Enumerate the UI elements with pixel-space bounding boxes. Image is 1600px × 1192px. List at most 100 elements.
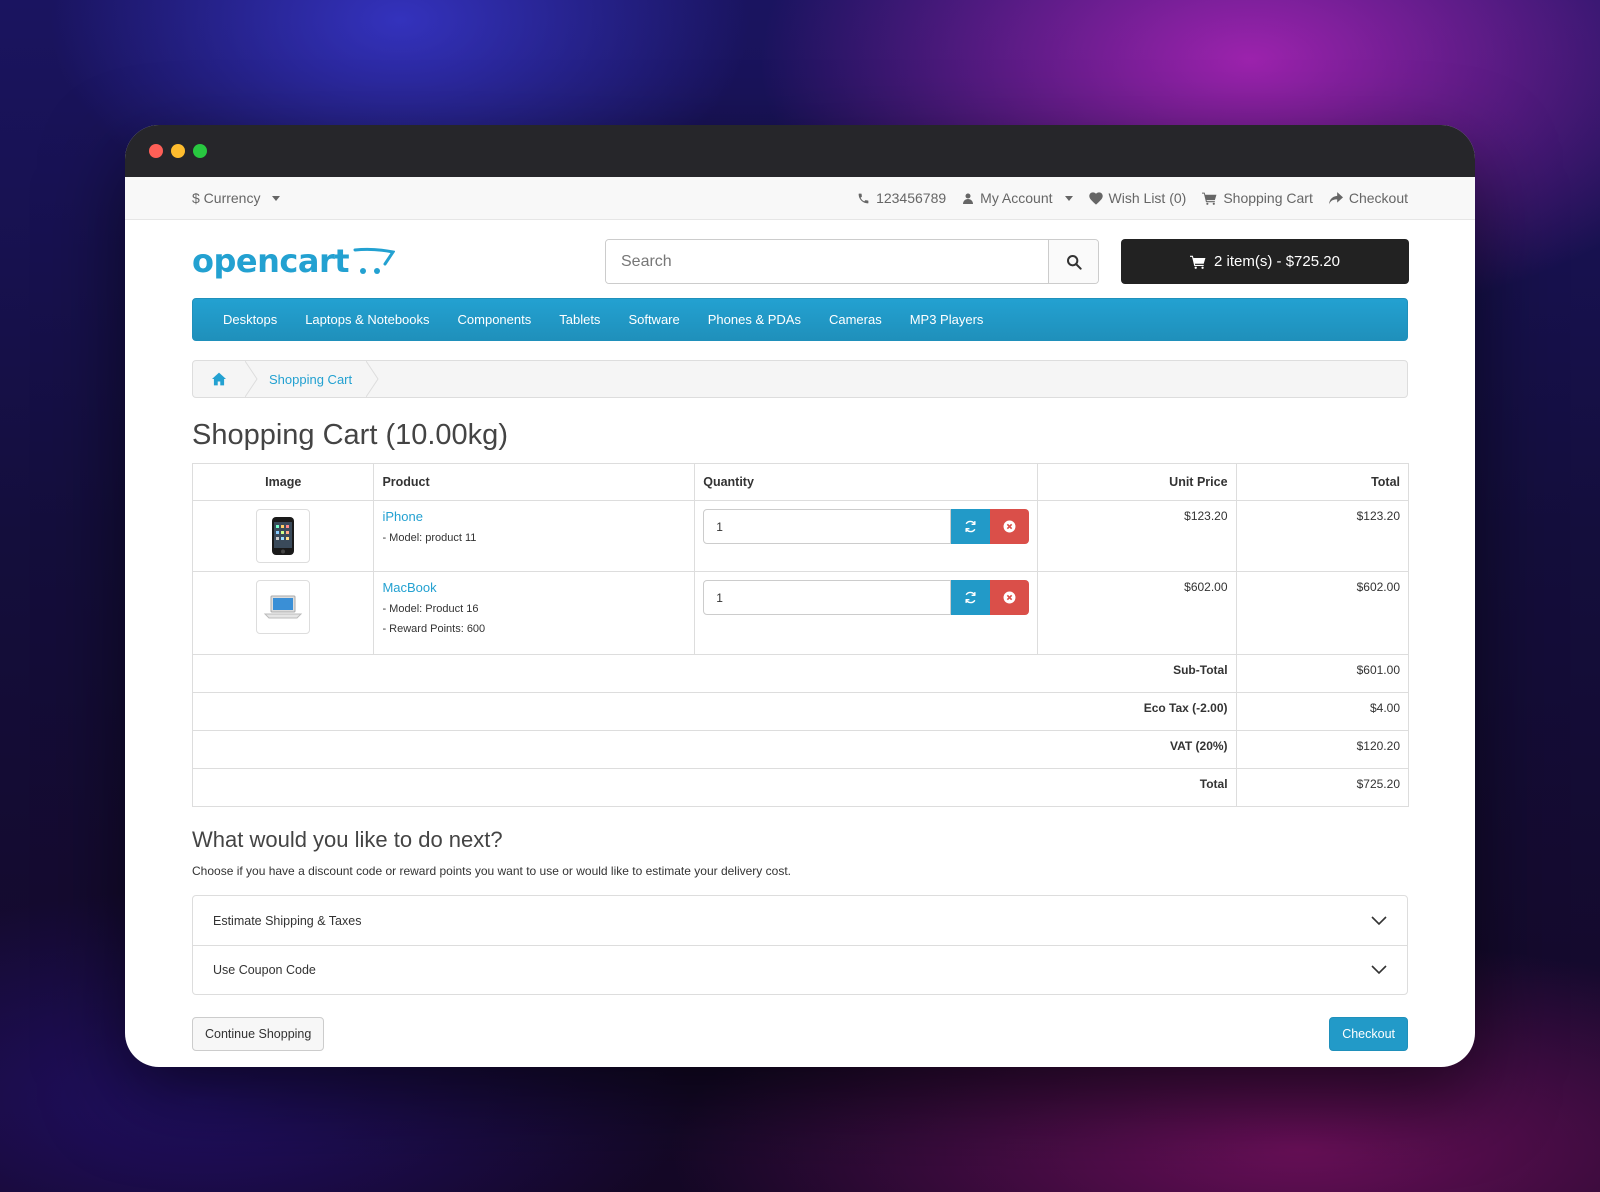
logo-cart-icon — [353, 247, 396, 274]
logo-text: opencart — [192, 242, 350, 280]
menu-item-laptops-notebooks[interactable]: Laptops & Notebooks — [291, 312, 443, 327]
next-steps-intro: Choose if you have a discount code or re… — [192, 864, 791, 878]
quantity-input-macbook[interactable] — [703, 580, 952, 615]
checkout-label: Checkout — [1348, 190, 1408, 206]
top-bar: $ Currency 123456789 My Account Wish Lis… — [125, 177, 1475, 220]
quantity-cell — [694, 571, 1039, 655]
remove-circle-icon — [1003, 591, 1016, 604]
product-thumbnail-iphone[interactable] — [256, 509, 311, 563]
product-model: - Model: Product 16 — [382, 603, 479, 615]
phone-icon — [858, 193, 869, 203]
totals-row: Sub-Total $601.00 — [192, 654, 1410, 693]
menu-item-desktops[interactable]: Desktops — [209, 312, 291, 327]
phone-link[interactable]: 123456789 — [857, 190, 946, 206]
menu-item-software[interactable]: Software — [614, 312, 693, 327]
product-image-cell — [191, 500, 375, 572]
table-row: MacBook - Model: Product 16 - Reward Poi… — [191, 571, 1410, 655]
site-logo[interactable]: opencart — [192, 242, 396, 280]
phone-number: 123456789 — [876, 190, 947, 206]
totals-label-eco-tax: Eco Tax (-2.00) — [192, 692, 1237, 731]
action-buttons: Continue Shopping Checkout — [192, 1017, 1408, 1051]
col-header-image: Image — [191, 463, 375, 501]
main-menu: Desktops Laptops & Notebooks Components … — [192, 298, 1408, 341]
product-info-cell: MacBook - Model: Product 16 - Reward Poi… — [373, 571, 696, 655]
menu-item-components[interactable]: Components — [444, 312, 546, 327]
totals-label-vat: VAT (20%) — [192, 730, 1237, 769]
user-icon — [963, 193, 974, 204]
cart-icon — [1190, 255, 1206, 269]
quantity-input-iphone[interactable] — [703, 509, 952, 544]
unit-price: $602.00 — [1037, 571, 1237, 655]
shopping-cart-label: Shopping Cart — [1223, 190, 1313, 206]
accordion-estimate-shipping[interactable]: Estimate Shipping & Taxes — [193, 896, 1407, 945]
breadcrumb-shopping-cart[interactable]: Shopping Cart — [259, 361, 366, 397]
product-image-cell — [191, 571, 375, 655]
refresh-icon — [965, 591, 976, 604]
col-header-unit-price: Unit Price — [1037, 463, 1237, 501]
line-total: $602.00 — [1235, 571, 1410, 655]
menu-item-tablets[interactable]: Tablets — [545, 312, 614, 327]
currency-dropdown[interactable]: $ Currency — [192, 190, 281, 206]
checkout-link[interactable]: Checkout — [1328, 190, 1408, 206]
shopping-cart-link[interactable]: Shopping Cart — [1202, 190, 1313, 206]
browser-window: $ Currency 123456789 My Account Wish Lis… — [125, 125, 1475, 1067]
wish-list-label: Wish List (0) — [1108, 190, 1187, 206]
my-account-dropdown[interactable]: My Account — [962, 190, 1073, 206]
col-header-product: Product — [373, 463, 696, 501]
breadcrumb-separator — [244, 360, 259, 398]
menu-item-cameras[interactable]: Cameras — [815, 312, 896, 327]
table-row: iPhone - Model: product 11 1 $123.20 $12… — [191, 500, 1410, 572]
remove-item-button[interactable] — [990, 509, 1030, 544]
menu-item-phones-pdas[interactable]: Phones & PDAs — [694, 312, 815, 327]
product-link-macbook[interactable]: MacBook — [382, 580, 686, 595]
close-window-button[interactable] — [149, 144, 163, 158]
search-icon — [1066, 254, 1082, 270]
iphone-product-image — [272, 517, 295, 555]
update-quantity-button[interactable] — [951, 580, 991, 615]
checkout-button[interactable]: Checkout — [1329, 1017, 1408, 1051]
totals-row: Eco Tax (-2.00) $4.00 — [192, 692, 1410, 731]
remove-item-button[interactable] — [990, 580, 1030, 615]
search-input[interactable] — [606, 240, 1048, 283]
update-quantity-button[interactable] — [951, 509, 991, 544]
product-reward-points: - Reward Points: 600 — [382, 623, 486, 635]
search-button[interactable] — [1048, 240, 1098, 283]
col-header-quantity: Quantity — [694, 463, 1039, 501]
accordion-label: Estimate Shipping & Taxes — [213, 913, 362, 928]
breadcrumb: Shopping Cart — [192, 360, 1408, 398]
totals-label-total: Total — [192, 768, 1237, 807]
product-model: - Model: product 11 — [382, 532, 477, 544]
breadcrumb-separator — [365, 360, 380, 398]
caret-down-icon — [272, 195, 281, 201]
cart-summary-button[interactable]: 2 item(s) - $725.20 — [1121, 239, 1409, 284]
quantity-cell — [694, 500, 1039, 572]
chevron-down-icon — [1371, 965, 1387, 975]
totals-value-total: $725.20 — [1235, 768, 1410, 807]
line-total: $123.20 — [1235, 500, 1410, 572]
currency-label: $ Currency — [192, 190, 261, 206]
remove-circle-icon — [1003, 520, 1016, 533]
totals-row: Total $725.20 — [192, 768, 1410, 807]
wish-list-link[interactable]: Wish List (0) — [1088, 190, 1187, 206]
totals-row: VAT (20%) $120.20 — [192, 730, 1410, 769]
continue-shopping-button[interactable]: Continue Shopping — [192, 1017, 325, 1051]
window-titlebar — [125, 125, 1475, 177]
table-header-row: Image Product Quantity Unit Price Total — [191, 463, 1410, 501]
share-icon — [1328, 191, 1343, 204]
cart-summary-label: 2 item(s) - $725.20 — [1214, 253, 1340, 270]
menu-item-mp3-players[interactable]: MP3 Players — [896, 312, 998, 327]
product-thumbnail-macbook[interactable] — [256, 580, 311, 634]
breadcrumb-home[interactable] — [193, 361, 245, 397]
home-icon — [212, 372, 226, 386]
zoom-window-button[interactable] — [193, 144, 207, 158]
main-content: Shopping Cart (10.00kg) Image Product Qu… — [125, 419, 1475, 1051]
site-header: opencart 2 item(s) - $725.20 — [125, 220, 1475, 298]
totals-value-vat: $120.20 — [1235, 730, 1410, 769]
macbook-product-image — [264, 595, 303, 619]
next-steps-heading: What would you like to do next? — [192, 827, 503, 852]
search-box — [605, 239, 1099, 284]
accordion-coupon-code[interactable]: Use Coupon Code — [193, 945, 1407, 994]
chevron-down-icon — [1371, 915, 1387, 925]
product-link-iphone[interactable]: iPhone — [382, 509, 686, 524]
minimize-window-button[interactable] — [171, 144, 185, 158]
